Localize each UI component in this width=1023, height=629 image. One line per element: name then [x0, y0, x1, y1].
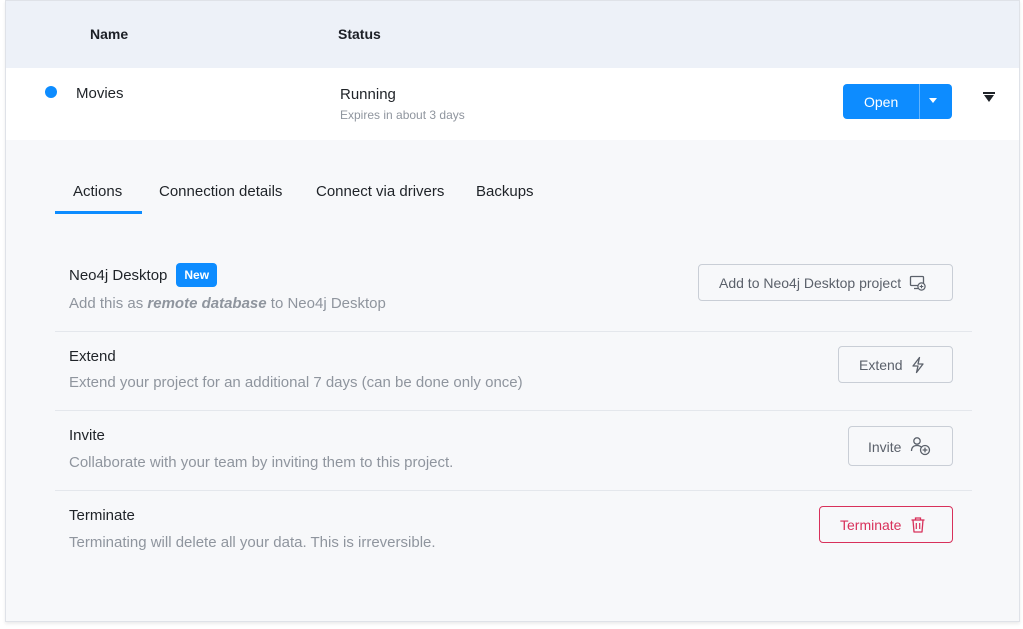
action-desc-invite: Collaborate with your team by inviting t… — [69, 454, 454, 471]
collapse-row-icon[interactable] — [982, 92, 996, 106]
action-title-invite: Invite — [69, 427, 105, 444]
action-title-terminate: Terminate — [69, 507, 135, 524]
extend-button-label: Extend — [859, 357, 903, 373]
database-card: Name Status Movies Running Expires in ab… — [5, 0, 1020, 622]
new-badge: New — [176, 263, 218, 287]
database-row[interactable]: Movies Running Expires in about 3 days O… — [6, 68, 1019, 140]
action-title-desktop: Neo4j Desktop New — [69, 263, 218, 287]
action-desc-desktop: Add this as remote database to Neo4j Des… — [69, 295, 386, 312]
tab-actions[interactable]: Actions — [73, 183, 122, 200]
desktop-title-text: Neo4j Desktop — [69, 267, 168, 284]
invite-button[interactable]: Invite — [848, 426, 953, 466]
tab-connection-details[interactable]: Connection details — [159, 183, 282, 200]
action-row-invite: Invite Collaborate with your team by inv… — [55, 411, 972, 491]
open-button[interactable]: Open — [843, 84, 952, 119]
status-dot-icon — [45, 86, 57, 98]
desktop-desc-prefix: Add this as — [69, 295, 148, 312]
action-title-extend: Extend — [69, 348, 116, 365]
invite-button-label: Invite — [868, 439, 902, 455]
table-header: Name Status — [6, 0, 1019, 68]
tab-connect-via-drivers[interactable]: Connect via drivers — [316, 183, 444, 200]
tab-backups[interactable]: Backups — [476, 183, 534, 200]
open-button-divider — [919, 84, 920, 119]
lightning-icon — [912, 356, 924, 374]
action-row-desktop: Neo4j Desktop New Add this as remote data… — [55, 252, 972, 332]
desktop-desc-emphasis: remote database — [147, 295, 267, 312]
add-to-desktop-button[interactable]: Add to Neo4j Desktop project — [698, 264, 953, 301]
status-text: Running — [340, 86, 396, 103]
expiry-text: Expires in about 3 days — [340, 108, 465, 122]
action-desc-extend: Extend your project for an additional 7 … — [69, 374, 523, 391]
terminate-button-label: Terminate — [840, 517, 902, 533]
add-to-desktop-label: Add to Neo4j Desktop project — [719, 275, 902, 291]
action-row-extend: Extend Extend your project for an additi… — [55, 332, 972, 411]
terminate-button[interactable]: Terminate — [819, 506, 953, 543]
trash-icon — [911, 517, 925, 533]
extend-button[interactable]: Extend — [838, 346, 953, 383]
desktop-desc-suffix: to Neo4j Desktop — [266, 295, 386, 312]
column-header-status: Status — [338, 26, 381, 42]
open-button-label: Open — [864, 94, 899, 110]
desktop-add-icon — [909, 275, 926, 291]
user-add-icon — [910, 437, 931, 456]
action-row-terminate: Terminate Terminating will delete all yo… — [55, 491, 972, 571]
open-dropdown-caret-icon[interactable] — [929, 98, 937, 103]
action-desc-terminate: Terminating will delete all your data. T… — [69, 534, 436, 551]
project-name: Movies — [76, 85, 124, 102]
column-header-name: Name — [90, 26, 129, 42]
active-tab-indicator — [55, 211, 142, 214]
